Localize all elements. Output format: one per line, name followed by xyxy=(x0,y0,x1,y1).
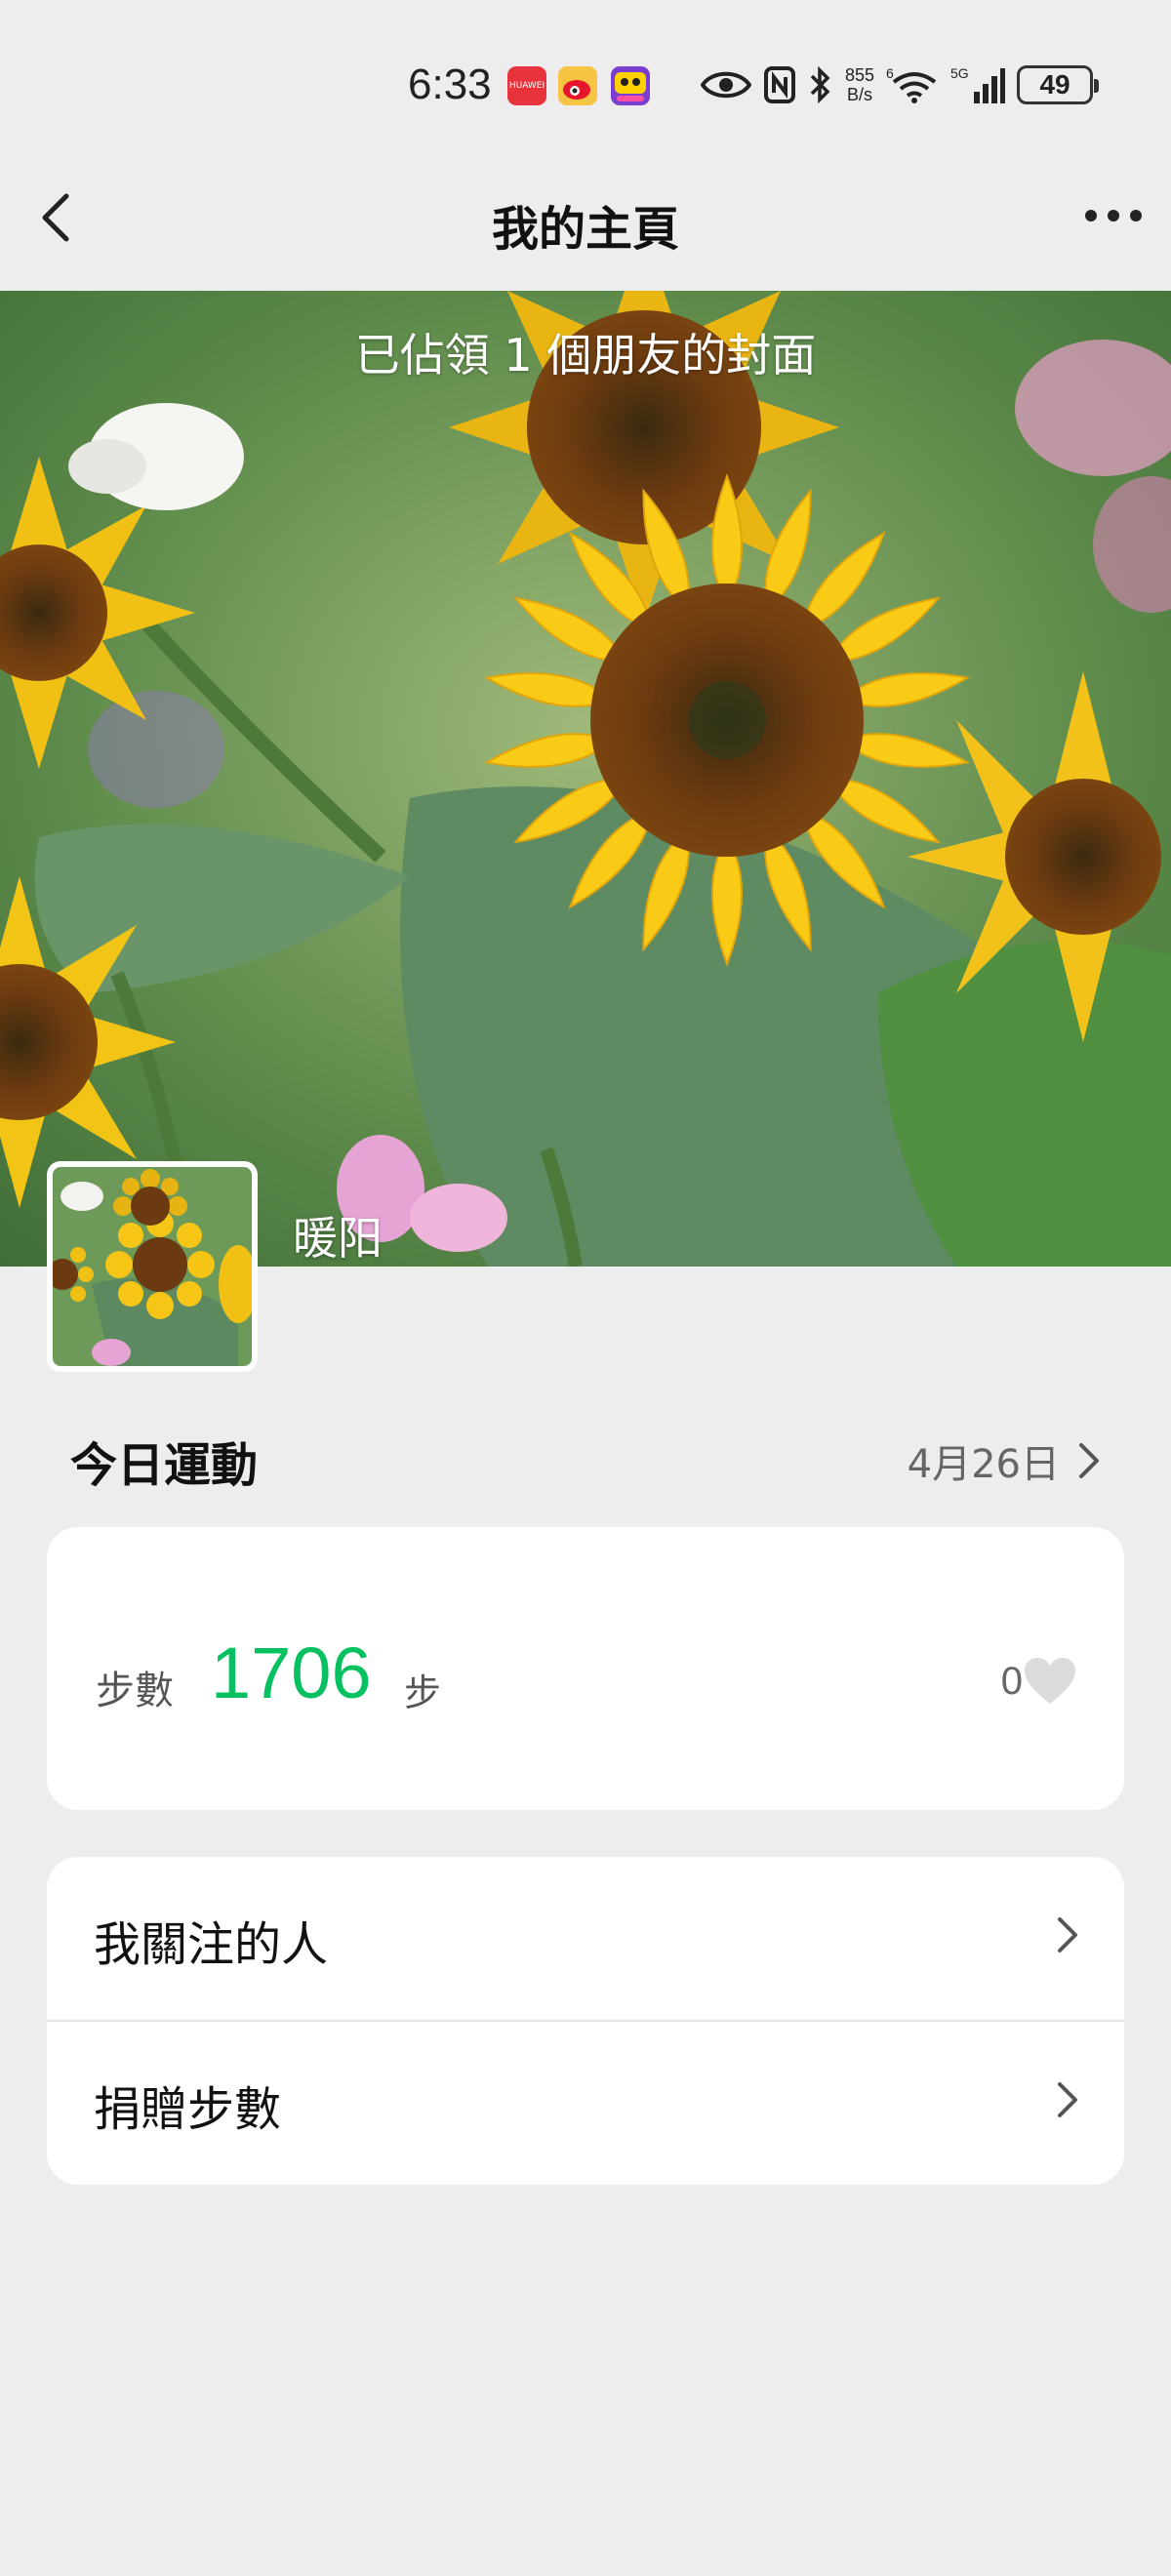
date-label: 4月26日 xyxy=(907,1442,1060,1487)
network-speed-value: 855 xyxy=(845,65,875,85)
sunflower-photo xyxy=(0,291,1171,1267)
user-name: 暖阳 xyxy=(293,1203,383,1267)
nfc-icon xyxy=(764,66,795,103)
status-icons: 855 B/s 6 5G 49 xyxy=(701,60,1110,109)
steps-value: 1706 xyxy=(211,1632,372,1713)
huawei-app-icon: HUAWEI xyxy=(507,66,546,105)
chevron-right-icon xyxy=(1058,1917,1077,1952)
signal-label: 5G xyxy=(950,65,969,81)
chevron-right-icon xyxy=(1079,1443,1099,1478)
heart-icon xyxy=(1025,1658,1075,1704)
avatar-sunflower-image xyxy=(53,1167,252,1366)
huawei-app-label: HUAWEI xyxy=(508,81,545,91)
cover-caption: 已佔領 1 個朋友的封面 xyxy=(354,329,817,382)
steps-label: 步數 xyxy=(96,1669,174,1713)
navigation-bar: 我的主頁 xyxy=(0,171,1171,292)
today-exercise-title: 今日運動 xyxy=(70,1438,259,1493)
battery-indicator: 49 xyxy=(1017,65,1100,104)
game-app-icon xyxy=(611,66,650,105)
network-speed: 855 B/s xyxy=(845,65,874,104)
wifi-label: 6 xyxy=(886,65,894,81)
following-label: 我關注的人 xyxy=(94,1917,329,1972)
steps-card[interactable] xyxy=(47,1527,1124,1810)
more-dots-icon xyxy=(1085,210,1142,221)
eye-icon xyxy=(701,71,751,99)
weibo-app-icon xyxy=(558,66,597,105)
status-bar: 6:33 HUAWEI 855 B/s 6 5G 49 xyxy=(0,0,1171,171)
following-list-item[interactable]: 我關注的人 xyxy=(47,1857,1124,2020)
like-count: 0 xyxy=(1000,1659,1023,1703)
network-speed-unit: B/s xyxy=(847,85,873,104)
like-button[interactable]: 0 xyxy=(1001,1657,1077,1706)
page-title: 我的主頁 xyxy=(491,202,679,257)
avatar[interactable] xyxy=(47,1161,258,1372)
cellular-signal-icon: 5G xyxy=(950,65,1006,103)
bluetooth-icon xyxy=(810,65,830,104)
cover-image[interactable]: 已佔領 1 個朋友的封面 暖阳 xyxy=(0,291,1171,1267)
chevron-right-icon xyxy=(1058,2082,1077,2117)
donate-steps-label: 捐贈步數 xyxy=(94,2082,282,2137)
wifi-icon: 6 xyxy=(886,65,937,103)
donate-steps-list-item[interactable]: 捐贈步數 xyxy=(47,2022,1124,2185)
status-time: 6:33 xyxy=(408,60,492,108)
more-button[interactable] xyxy=(1081,196,1146,235)
date-selector[interactable]: 4月26日 xyxy=(908,1432,1101,1489)
user-name-text: 暖阳 xyxy=(293,1212,383,1265)
steps-unit: 步 xyxy=(404,1671,442,1714)
